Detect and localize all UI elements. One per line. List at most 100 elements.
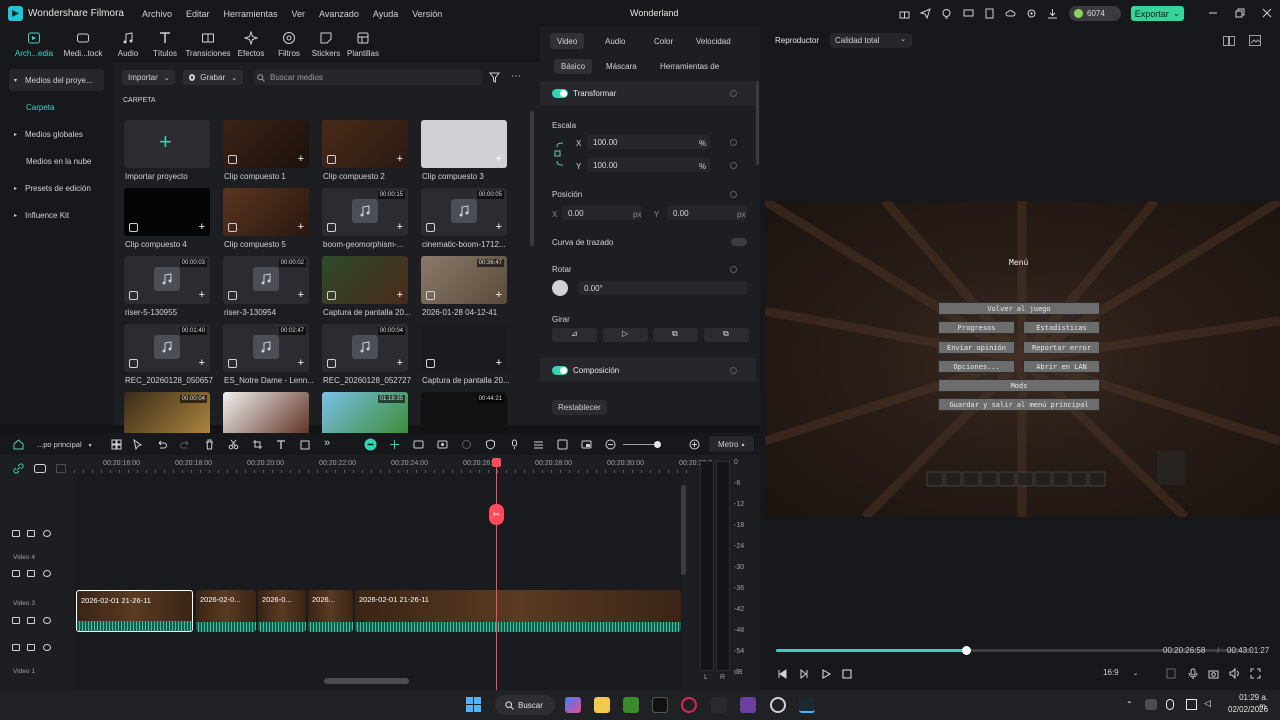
multicam-icon[interactable] xyxy=(111,439,122,450)
minecraft-icon[interactable] xyxy=(623,697,639,713)
home-icon[interactable] xyxy=(13,439,24,450)
flip-horizontal-button[interactable]: ⊿ xyxy=(552,328,597,342)
keyframe-diamond-icon[interactable] xyxy=(730,367,737,374)
media-thumbnail[interactable]: 00:00:15 + xyxy=(322,188,408,236)
keyframe-diamond-icon[interactable] xyxy=(730,191,737,198)
scale-y-input[interactable]: 100.00 xyxy=(587,158,710,172)
taskbar-search[interactable]: Buscar xyxy=(495,695,555,715)
text-tool-icon[interactable] xyxy=(276,439,287,450)
filmora-taskbar-icon[interactable] xyxy=(799,697,815,713)
snapshot-icon[interactable] xyxy=(1249,35,1261,46)
export-button[interactable]: Exportar ⌄ xyxy=(1131,6,1184,21)
media-thumbnail[interactable]: 00:02:47 + xyxy=(223,324,309,372)
crop-icon[interactable] xyxy=(252,439,263,450)
rotate-dial[interactable] xyxy=(552,280,568,296)
lock-icon[interactable] xyxy=(12,530,20,537)
playhead-handle[interactable] xyxy=(492,458,501,467)
more-options-icon[interactable]: ⋯ xyxy=(511,71,521,82)
preview-viewport[interactable]: Menú Volver al juego Progresos Estadísti… xyxy=(765,201,1280,517)
marker-box-icon[interactable] xyxy=(300,439,311,450)
subtab-tools[interactable]: Herramientas de xyxy=(653,59,726,74)
camera-icon[interactable] xyxy=(1208,668,1219,679)
menu-archivo[interactable]: Archivo xyxy=(142,9,172,19)
menu-ayuda[interactable]: Ayuda xyxy=(373,9,398,19)
fullscreen-icon[interactable] xyxy=(1250,668,1261,679)
add-to-timeline-icon[interactable]: + xyxy=(298,222,304,233)
media-thumbnail[interactable]: + xyxy=(223,188,309,236)
media-thumbnail[interactable]: 00:00:03 + xyxy=(124,256,210,304)
keyframe-diamond-icon[interactable] xyxy=(730,266,737,273)
speaker-icon[interactable] xyxy=(27,530,35,537)
media-thumbnail[interactable]: + xyxy=(421,324,507,372)
auto-reframe-icon[interactable] xyxy=(413,439,424,450)
filter-sort-icon[interactable] xyxy=(489,72,500,83)
tab-media[interactable]: Arch...edia xyxy=(8,30,60,62)
menu-feedback-button[interactable]: Enviar opinión xyxy=(938,341,1015,354)
menu-herramientas[interactable]: Herramientas xyxy=(224,9,278,19)
app-icon[interactable] xyxy=(740,697,756,713)
menu-lan-button[interactable]: Abrir en LAN xyxy=(1023,360,1100,373)
sidebar-item-influence-kit[interactable]: ▸ Influence Kit xyxy=(9,204,104,226)
properties-scrollbar[interactable] xyxy=(756,81,759,165)
tips-icon[interactable] xyxy=(941,8,952,19)
speaker-icon[interactable] xyxy=(27,617,35,624)
restore-icon[interactable] xyxy=(1235,8,1245,18)
composition-toggle[interactable] xyxy=(552,366,568,375)
speaker-icon[interactable]: ◁ xyxy=(1204,698,1211,709)
more-tools-icon[interactable]: » xyxy=(324,437,330,449)
zoom-slider-handle[interactable] xyxy=(654,441,661,448)
playhead-split-scissors-icon[interactable]: ✂ xyxy=(489,504,504,525)
magnet-snap-icon[interactable] xyxy=(364,438,377,451)
media-thumbnail[interactable]: + xyxy=(322,256,408,304)
next-frame-icon[interactable] xyxy=(799,669,809,679)
subtab-mask[interactable]: Máscara xyxy=(599,59,644,74)
zoom-out-icon[interactable] xyxy=(605,439,616,450)
eye-icon[interactable] xyxy=(43,617,51,624)
media-thumbnail[interactable]: + xyxy=(421,120,507,168)
file-explorer-icon[interactable] xyxy=(594,697,610,713)
add-to-timeline-icon[interactable]: + xyxy=(397,222,403,233)
replace-clip-icon[interactable] xyxy=(557,439,568,450)
timeline-clip[interactable]: 2026-0... xyxy=(258,590,306,632)
sidebar-item-global-media[interactable]: ▸ Medios globales xyxy=(9,123,104,145)
rotate-input[interactable]: 0.00° xyxy=(578,281,748,295)
settings-icon[interactable] xyxy=(1026,8,1037,19)
timeline-v-scrollbar[interactable] xyxy=(681,485,686,575)
tray-overflow-icon[interactable]: ⌃ xyxy=(1126,700,1133,709)
tiktok-icon[interactable] xyxy=(652,697,668,713)
scale-x-input[interactable]: 100.00 xyxy=(587,135,710,149)
select-tool-icon[interactable] xyxy=(132,439,143,450)
stabilize-icon[interactable] xyxy=(461,439,472,450)
keyframe-diamond-icon[interactable] xyxy=(730,139,737,146)
transform-toggle[interactable] xyxy=(552,89,568,98)
add-to-timeline-icon[interactable]: + xyxy=(496,290,502,301)
aspect-ratio-select[interactable]: 16:9 ⌄ xyxy=(1103,668,1138,677)
pos-y-input[interactable]: 0.00 xyxy=(667,206,747,220)
sidebar-item-project-media[interactable]: ▾ Medios del proye... xyxy=(9,69,104,91)
search-input[interactable]: Buscar medios xyxy=(254,70,482,85)
network-icon[interactable] xyxy=(1186,699,1197,710)
split-scissors-icon[interactable] xyxy=(228,439,239,450)
obs-icon[interactable] xyxy=(770,697,786,713)
speaker-icon[interactable] xyxy=(27,570,35,577)
volume-icon[interactable] xyxy=(1229,668,1240,679)
microphone-icon[interactable] xyxy=(1188,668,1198,679)
audio-mixer-icon[interactable] xyxy=(533,439,544,450)
rotate-right-button[interactable]: ⧉ xyxy=(653,328,698,342)
tab-video[interactable]: Video xyxy=(550,33,585,49)
keyframe-diamond-icon[interactable] xyxy=(730,162,737,169)
shield-icon[interactable] xyxy=(485,439,496,450)
timeline-clip[interactable]: 2026-02-0... xyxy=(196,590,256,632)
media-thumbnail[interactable]: + xyxy=(124,120,210,168)
add-to-timeline-icon[interactable]: + xyxy=(496,222,502,233)
capcut-icon[interactable] xyxy=(711,697,727,713)
menu-report-button[interactable]: Reportar error xyxy=(1023,341,1100,354)
tray-app-icon[interactable] xyxy=(1145,699,1157,710)
tray-mic-icon[interactable] xyxy=(1166,699,1174,710)
link-track-icon[interactable] xyxy=(389,439,400,450)
prev-frame-icon[interactable] xyxy=(777,669,787,679)
add-to-timeline-icon[interactable]: + xyxy=(298,290,304,301)
play-icon[interactable] xyxy=(821,669,831,679)
add-to-timeline-icon[interactable]: + xyxy=(298,358,304,369)
ai-tools-icon[interactable] xyxy=(437,439,448,450)
